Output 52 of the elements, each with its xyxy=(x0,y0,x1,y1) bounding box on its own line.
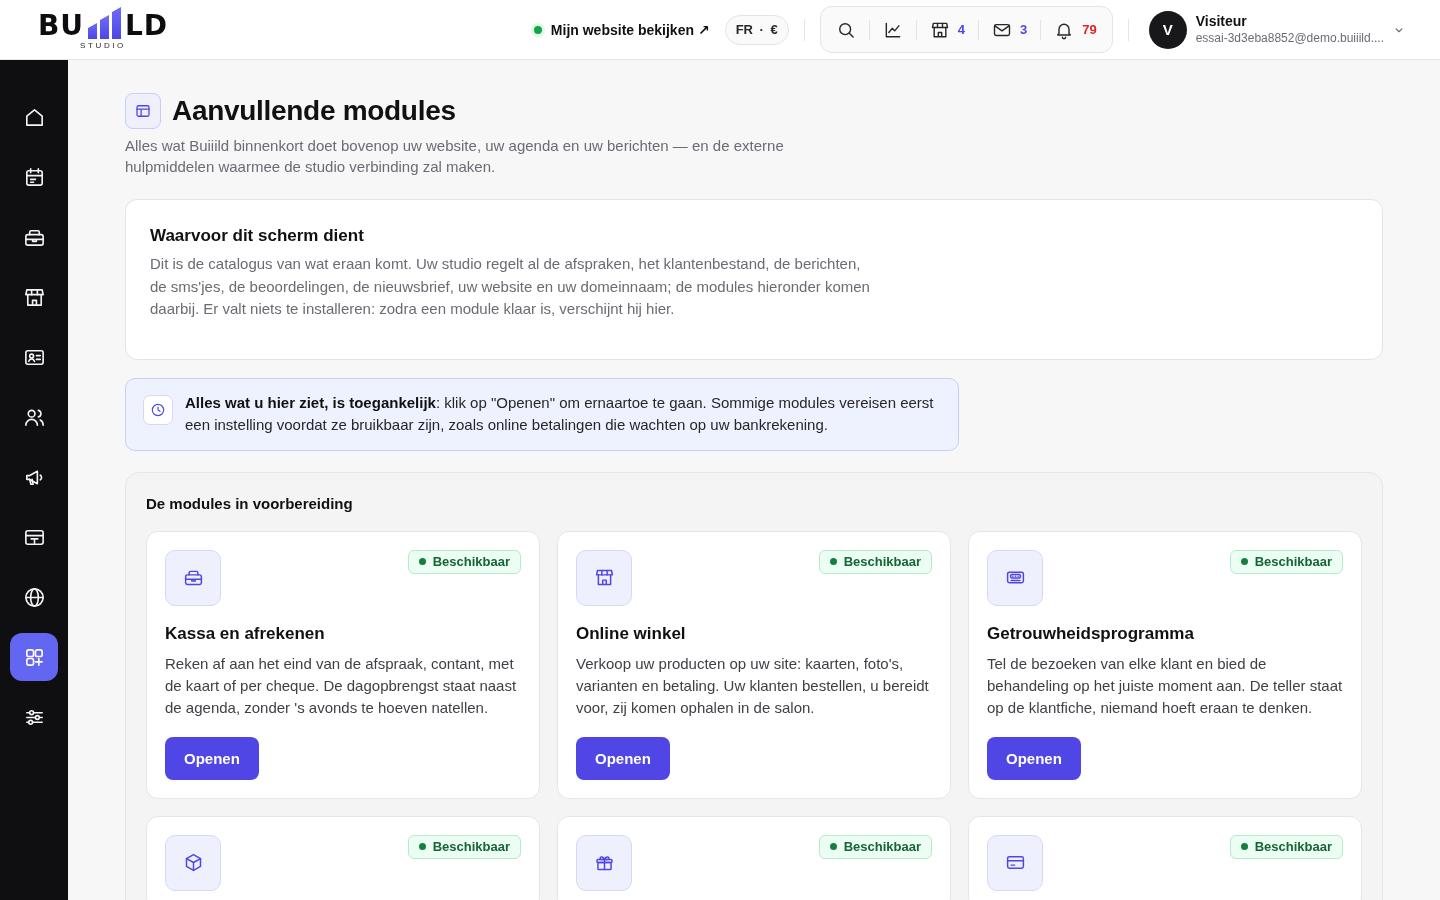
status-label: Beschikbaar xyxy=(843,554,921,569)
count: 3 xyxy=(1020,22,1028,37)
ticket-icon xyxy=(987,549,1043,606)
notifications-button[interactable]: 79 xyxy=(1041,7,1110,52)
user-email: essai-3d3eba8852@demo.buiiild.... xyxy=(1195,30,1384,46)
notice-text: Alles wat u hier ziet, is toegankelijk: klik op "Openen" om ernaartoe te gaan. Sommige modules vereisen eerst een instelling voordat ze bruikbaar zijn, zoals online betalingen die wachten op uw bankrekening. xyxy=(185,392,935,435)
status-dot-icon xyxy=(1240,843,1248,850)
layout-icon xyxy=(125,93,161,129)
clock-icon xyxy=(143,394,173,425)
user-avatar: V xyxy=(1148,10,1187,49)
module-description: Verkoop uw producten op uw site: kaarten, foto's, varianten en betaling. Uw klanten bestellen, u bereidt voor, zij komen ophalen in de salon. xyxy=(576,653,930,718)
globe-icon xyxy=(22,585,46,609)
count: 4 xyxy=(957,22,965,37)
credit-card-icon xyxy=(987,834,1043,891)
user-name: Visiteur xyxy=(1195,13,1248,30)
page-subtitle: Alles wat Buiiild binnenkort doet bovenop uw website, uw agenda en uw berichten — en de externe hulpmiddelen waarmee de studio verbinding zal maken. xyxy=(125,136,785,177)
status-dot-icon xyxy=(418,558,426,565)
cube-icon xyxy=(165,834,221,891)
logo-text: LD xyxy=(125,13,169,39)
store-icon xyxy=(576,549,632,606)
status-dot-icon xyxy=(418,843,426,850)
logo-bars-icon xyxy=(88,7,121,39)
gift-icon xyxy=(576,834,632,891)
open-button[interactable]: Openen xyxy=(576,736,670,780)
module-description: Reken af aan het eind van de afspraak, contant, met de kaart of per cheque. De dagopbrengst staat naast de agenda, zonder 's avonds te hoeven natellen. xyxy=(165,653,518,718)
modules-title: De modules in voorbereiding xyxy=(146,494,354,513)
messages-button[interactable]: 3 xyxy=(979,7,1041,52)
count: 79 xyxy=(1082,22,1097,37)
open-button[interactable]: Openen xyxy=(987,736,1081,780)
status-label: Beschikbaar xyxy=(432,554,510,569)
module-title: Kassa en afrekenen xyxy=(165,623,326,644)
page-title: Aanvullende modules xyxy=(172,94,456,128)
logo-text: BU xyxy=(37,13,84,39)
website-link[interactable]: Mijn website bekijken ↗ xyxy=(530,21,710,38)
intro-text: Dit is de catalogus van wat eraan komt. Uw studio regelt al de afspraken, het klantenbestand, de berichten, de sms'jes, de beoordelingen, de nieuwsbrief, uw website en uw domeinnaam; de modules hieronder komen daarbij. Er valt niets te installeren: zodra een module klaar is, verschijnt hij hier. xyxy=(150,254,871,319)
open-button[interactable]: Openen xyxy=(165,736,259,780)
briefcase-icon xyxy=(165,549,221,606)
status-dot-icon xyxy=(829,558,837,565)
status-label: Beschikbaar xyxy=(843,839,921,854)
module-title: Getrouwheidsprogramma xyxy=(987,623,1195,644)
status-label: Beschikbaar xyxy=(1254,554,1332,569)
status-dot-icon xyxy=(829,843,837,850)
module-title: Online winkel xyxy=(576,623,687,644)
shop-button[interactable]: 4 xyxy=(916,7,978,52)
status-label: Beschikbaar xyxy=(1254,839,1332,854)
status-label: Beschikbaar xyxy=(432,839,510,854)
logo-tagline: STUDIO xyxy=(80,41,126,50)
status-dot-icon xyxy=(1240,558,1248,565)
module-description: Tel de bezoeken van elke klant en bied de behandeling op het juiste moment aan. De teller staat op de klantfiche, niemand hoeft eraan te denken. xyxy=(987,653,1343,718)
sidebar-item[interactable] xyxy=(10,633,58,681)
locale-button[interactable]: FR · € xyxy=(724,14,789,45)
intro-title: Waarvoor dit scherm dient xyxy=(150,226,365,246)
